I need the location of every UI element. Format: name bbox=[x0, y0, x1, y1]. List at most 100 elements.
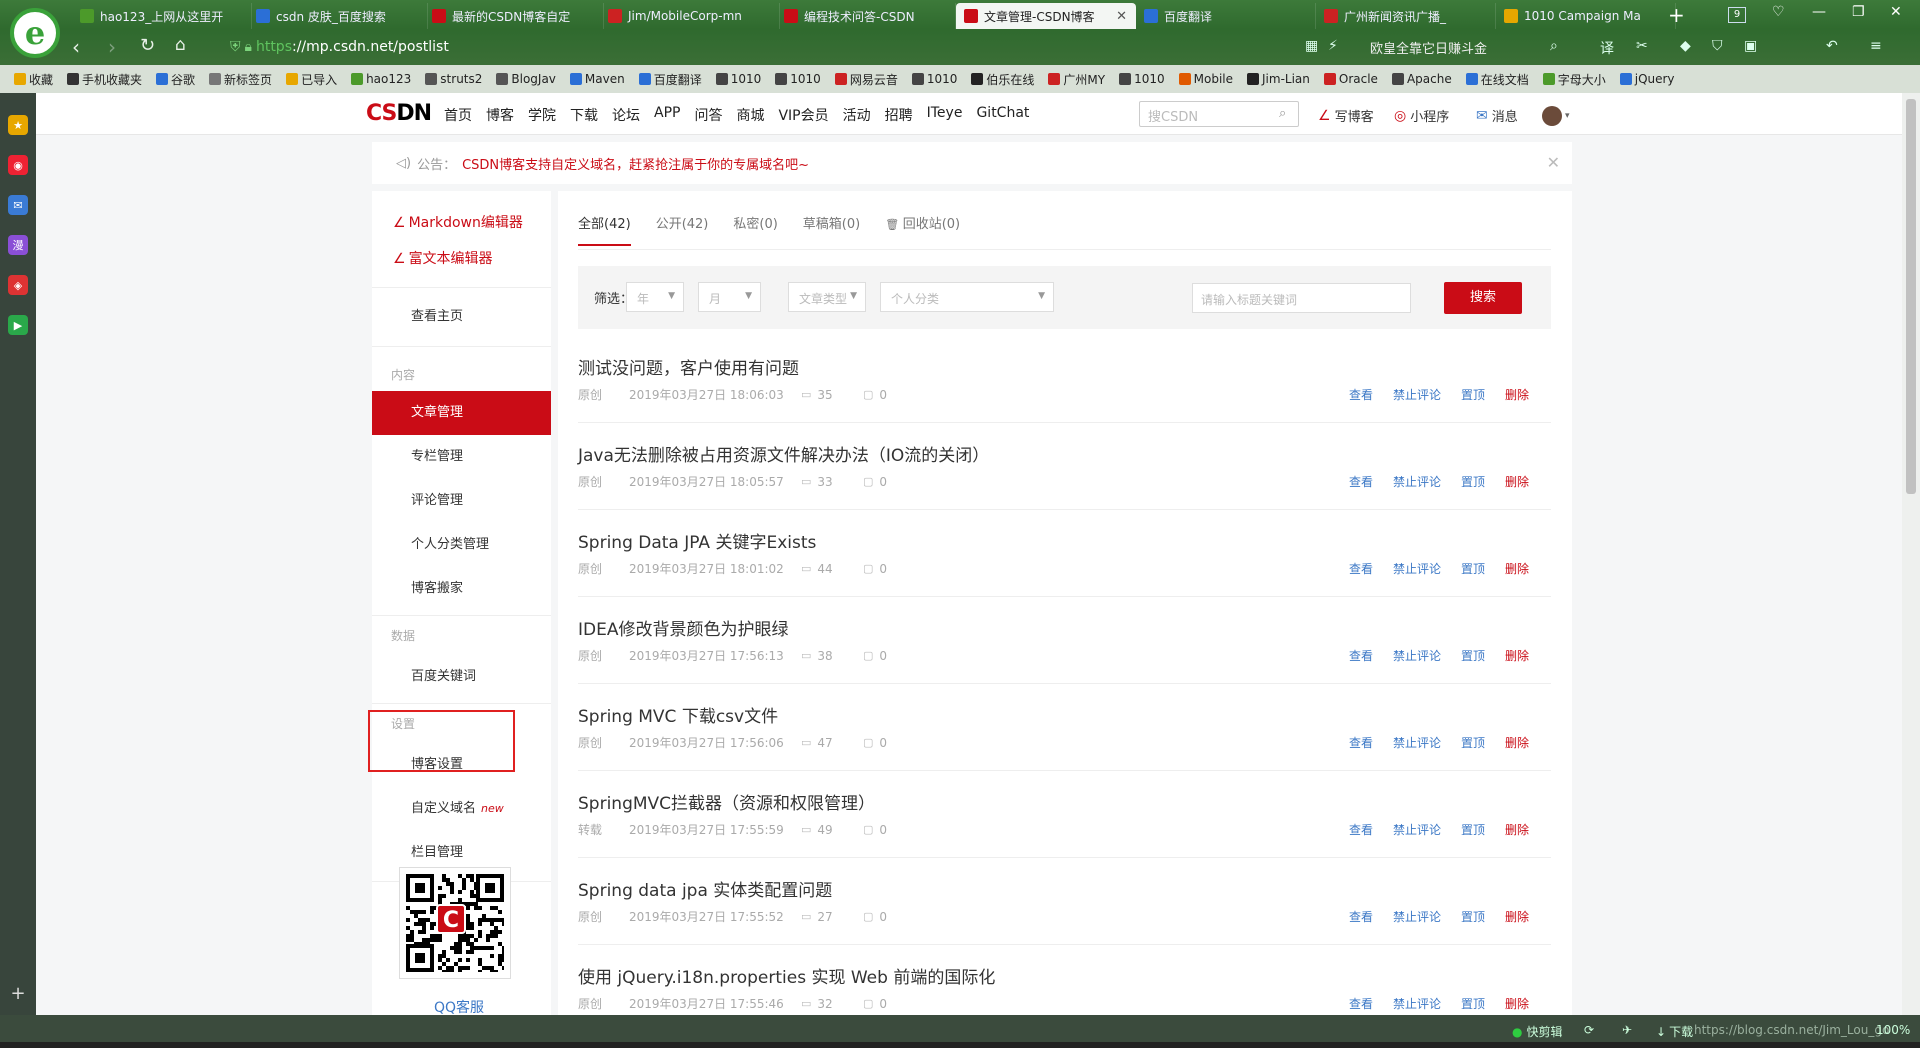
menu-icon[interactable]: ≡ bbox=[1870, 38, 1882, 54]
view-link[interactable]: 查看 bbox=[1349, 473, 1373, 490]
article-title[interactable]: IDEA修改背景颜色为护眼绿 bbox=[578, 615, 788, 640]
close-icon[interactable]: ✕ bbox=[1547, 153, 1560, 172]
browser-tab[interactable]: 广州新闻资讯广播_ bbox=[1316, 3, 1496, 29]
bookmark-item[interactable]: 1010 bbox=[1119, 72, 1165, 86]
nav-item[interactable]: 首页 bbox=[444, 105, 472, 125]
video-icon[interactable]: ▶ bbox=[8, 315, 28, 335]
nav-item[interactable]: 博客 bbox=[486, 105, 514, 125]
bookmark-item[interactable]: 1010 bbox=[911, 72, 957, 86]
shield-extension-icon[interactable]: ⛉ bbox=[1712, 38, 1723, 54]
nav-item[interactable]: 商城 bbox=[736, 105, 764, 125]
tab-status[interactable]: 草稿箱(0) bbox=[803, 213, 860, 246]
sidebar-item-home[interactable]: 查看主页 bbox=[372, 295, 551, 339]
zoom-level[interactable]: 100% bbox=[1876, 1023, 1910, 1037]
bookmark-item[interactable]: 字母大小 bbox=[1542, 71, 1606, 88]
browser-tab[interactable]: csdn 皮肤_百度搜索 bbox=[248, 3, 428, 29]
grid-icon[interactable]: ▦ bbox=[1305, 38, 1318, 54]
csdn-logo[interactable]: CSDN bbox=[366, 101, 432, 126]
view-link[interactable]: 查看 bbox=[1349, 560, 1373, 577]
delete-link[interactable]: 删除 bbox=[1505, 386, 1529, 403]
lightning-icon[interactable]: ⚡ bbox=[1328, 38, 1338, 54]
bookmark-item[interactable]: jQuery bbox=[1619, 72, 1675, 86]
month-select[interactable]: 月 ▼ bbox=[698, 282, 761, 312]
skin-icon[interactable]: ♡ bbox=[1772, 4, 1785, 20]
disable-comment-link[interactable]: 禁止评论 bbox=[1393, 995, 1441, 1012]
quick-cut-button[interactable]: ● 快剪辑 bbox=[1512, 1023, 1563, 1040]
article-title[interactable]: 使用 jQuery.i18n.properties 实现 Web 前端的国际化 bbox=[578, 963, 995, 988]
sidebar-item-article-management[interactable]: 文章管理 bbox=[372, 391, 551, 435]
bookmark-item[interactable]: 伯乐在线 bbox=[971, 71, 1034, 88]
view-link[interactable]: 查看 bbox=[1349, 647, 1373, 664]
close-window-button[interactable]: ✕ bbox=[1890, 4, 1902, 20]
bookmark-item[interactable]: 在线文档 bbox=[1465, 71, 1529, 88]
delete-link[interactable]: 删除 bbox=[1505, 908, 1529, 925]
user-avatar[interactable]: ▾ bbox=[1542, 106, 1570, 126]
delete-link[interactable]: 删除 bbox=[1505, 995, 1529, 1012]
browser-tab[interactable]: 编程技术问答-CSDN bbox=[776, 3, 956, 29]
year-select[interactable]: 年 ▼ bbox=[626, 282, 684, 312]
mail-icon[interactable]: ✉ bbox=[8, 195, 28, 215]
delete-link[interactable]: 删除 bbox=[1505, 473, 1529, 490]
disable-comment-link[interactable]: 禁止评论 bbox=[1393, 908, 1441, 925]
article-title[interactable]: Spring MVC 下载csv文件 bbox=[578, 702, 778, 727]
tab-status[interactable]: 私密(0) bbox=[733, 213, 777, 246]
bookmark-item[interactable]: 手机收藏夹 bbox=[67, 71, 142, 88]
bookmark-item[interactable]: Apache bbox=[1391, 72, 1452, 86]
maximize-button[interactable]: ❐ bbox=[1852, 4, 1865, 20]
view-link[interactable]: 查看 bbox=[1349, 821, 1373, 838]
weibo-icon[interactable]: ◉ bbox=[8, 155, 28, 175]
article-title[interactable]: SpringMVC拦截器（资源和权限管理） bbox=[578, 789, 875, 814]
undo-icon[interactable]: ↶ bbox=[1826, 38, 1838, 54]
nav-item[interactable]: 问答 bbox=[694, 105, 722, 125]
nav-item[interactable]: GitChat bbox=[976, 105, 1029, 125]
bookmark-item[interactable]: 网易云音 bbox=[834, 71, 898, 88]
browser-tab[interactable]: 文章管理-CSDN博客 ✕ bbox=[956, 3, 1136, 29]
browser-tab[interactable]: 最新的CSDN博客自定 bbox=[424, 3, 604, 29]
sidebar-item-custom-domain[interactable]: 自定义域名 new bbox=[372, 787, 551, 831]
category-select[interactable]: 个人分类 ▼ bbox=[880, 282, 1054, 312]
delete-link[interactable]: 删除 bbox=[1505, 821, 1529, 838]
bookmark-item[interactable]: 1010 bbox=[715, 72, 761, 86]
url-field[interactable]: ⛨ 🔒︎ https ://mp.csdn.net/postlist bbox=[230, 34, 1340, 60]
favorites-icon[interactable]: ★ bbox=[8, 115, 28, 135]
bookmark-item[interactable]: Oracle bbox=[1323, 72, 1378, 86]
bookmark-item[interactable]: Mobile bbox=[1178, 72, 1233, 86]
browser-tab[interactable]: 1010 Campaign Ma bbox=[1496, 3, 1676, 29]
bookmark-item[interactable]: hao123 bbox=[351, 72, 411, 86]
browser-tab[interactable]: 百度翻译 bbox=[1136, 3, 1316, 29]
close-tab-icon[interactable]: ✕ bbox=[1112, 9, 1127, 24]
bookmark-item[interactable]: 新标签页 bbox=[209, 71, 272, 88]
home-icon[interactable]: ⌂ bbox=[175, 35, 186, 55]
search-icon[interactable]: ⌕ bbox=[1279, 106, 1286, 121]
qq-service-link[interactable]: QQ客服 bbox=[434, 997, 484, 1015]
tab-status[interactable]: 全部(42) bbox=[578, 213, 631, 246]
bookmark-item[interactable]: Maven bbox=[569, 72, 625, 86]
settings-icon[interactable]: ⟳ bbox=[1584, 1023, 1594, 1037]
apps-icon[interactable]: ▣ bbox=[1744, 38, 1757, 54]
scissors-icon[interactable]: ✂ bbox=[1636, 38, 1648, 54]
view-link[interactable]: 查看 bbox=[1349, 908, 1373, 925]
pin-top-link[interactable]: 置顶 bbox=[1461, 995, 1485, 1012]
nav-item[interactable]: 下载 bbox=[570, 105, 598, 125]
messages-link[interactable]: ✉ 消息 bbox=[1476, 106, 1518, 126]
tab-status[interactable]: 🗑︎ 回收站(0) bbox=[885, 213, 960, 246]
tab-status[interactable]: 公开(42) bbox=[656, 213, 709, 246]
pin-top-link[interactable]: 置顶 bbox=[1461, 734, 1485, 751]
nav-item[interactable]: ITeye bbox=[927, 105, 963, 125]
bookmark-item[interactable]: 1010 bbox=[775, 72, 821, 86]
nav-item[interactable]: VIP会员 bbox=[778, 105, 828, 125]
article-type-select[interactable]: 文章类型 ▼ bbox=[788, 282, 866, 312]
pin-top-link[interactable]: 置顶 bbox=[1461, 386, 1485, 403]
minimize-button[interactable]: — bbox=[1812, 4, 1826, 20]
disable-comment-link[interactable]: 禁止评论 bbox=[1393, 386, 1441, 403]
sidebar-item-comment-management[interactable]: 评论管理 bbox=[372, 479, 551, 523]
sidebar-item-category-management[interactable]: 个人分类管理 bbox=[372, 523, 551, 567]
add-icon[interactable]: + bbox=[8, 983, 28, 1004]
disable-comment-link[interactable]: 禁止评论 bbox=[1393, 647, 1441, 664]
bookmark-item[interactable]: struts2 bbox=[425, 72, 482, 86]
view-link[interactable]: 查看 bbox=[1349, 995, 1373, 1012]
disable-comment-link[interactable]: 禁止评论 bbox=[1393, 473, 1441, 490]
view-link[interactable]: 查看 bbox=[1349, 386, 1373, 403]
sidebar-item-blog-move[interactable]: 博客搬家 bbox=[372, 567, 551, 611]
nav-item[interactable]: APP bbox=[654, 105, 680, 125]
